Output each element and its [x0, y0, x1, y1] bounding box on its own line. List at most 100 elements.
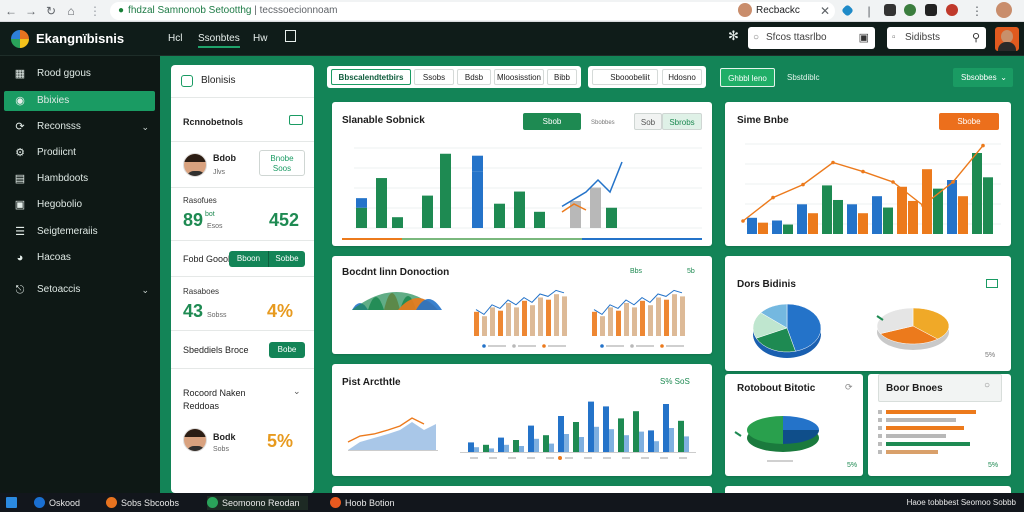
tab-item[interactable]: Bdsb	[457, 69, 491, 85]
section-line: Reddoas	[183, 401, 220, 411]
toggle-button-left[interactable]: Bboon	[229, 251, 268, 267]
primary-button[interactable]: Ghbbl leno	[720, 68, 775, 87]
user-action-button[interactable]: Bnobe Soos	[259, 150, 305, 176]
sidebar-item-bbixies[interactable]: ◉ Bbixies	[4, 91, 155, 111]
clipboard-icon[interactable]: ▣	[859, 27, 869, 49]
bar	[958, 196, 968, 234]
tab-item[interactable]: Sbooobeliit	[592, 69, 658, 85]
chevron-down-icon[interactable]: ⌄	[293, 385, 301, 397]
legend-marker	[630, 344, 634, 348]
combo-chart	[741, 143, 1001, 234]
forward-icon[interactable]: →	[24, 3, 38, 19]
profile-avatar-icon[interactable]	[738, 3, 752, 17]
search-icon[interactable]: ⚲	[972, 27, 980, 49]
sidebar-item-hacoas[interactable]: ◕ Hacoas	[4, 248, 155, 268]
chart-card: Slanable Sobnick Sbob Sbobbes Sob Sbrobs	[332, 102, 712, 246]
bar	[632, 307, 637, 336]
dropdown-select[interactable]: Sbsobbes ⌄	[953, 68, 1013, 87]
user-avatar[interactable]	[995, 27, 1019, 51]
link-text[interactable]: Sbstdiblc	[787, 73, 819, 83]
profile-avatar-icon[interactable]	[996, 2, 1012, 18]
card-button[interactable]: Sbob	[523, 113, 581, 130]
data-point	[771, 195, 775, 200]
bar	[633, 411, 639, 452]
card-menu-icon[interactable]	[986, 279, 998, 288]
chart-card: Boor Bnoes ○ 5%	[868, 374, 1011, 476]
close-icon[interactable]: ✕	[818, 3, 832, 19]
toggle-option[interactable]: Sbrobs	[662, 113, 702, 130]
bar	[506, 303, 511, 336]
inbox-icon[interactable]	[289, 115, 303, 125]
sidebar-item-prodiicnt[interactable]: ⚙ Prodiicnt	[4, 143, 155, 163]
dashboard-icon: ◉	[15, 95, 25, 107]
document-icon: ▤	[14, 173, 26, 185]
extension-icon[interactable]	[884, 4, 896, 16]
sidebar-item-hambdoots[interactable]: ▤ Hambdoots	[4, 169, 155, 189]
extension-icon[interactable]	[925, 4, 937, 16]
taskbar-item[interactable]: Sobs Sbcoobs	[106, 496, 179, 510]
profile-name[interactable]: Recbackc	[756, 3, 800, 19]
tab-item[interactable]: Bbscalendtetbirs	[331, 69, 411, 85]
window-icon[interactable]	[285, 30, 296, 42]
tick-label	[470, 457, 478, 459]
folder-icon: ▣	[14, 199, 26, 211]
settings-icon[interactable]: ✻	[728, 29, 739, 43]
system-tray-text: Haoe tobbbest Seomoo Sobbb	[906, 498, 1016, 507]
tab-item[interactable]: Hdosno	[662, 69, 702, 85]
sidebar-item-rood-ggous[interactable]: ▦ Rood ggous	[4, 64, 155, 84]
avatar[interactable]	[183, 153, 207, 177]
address-bar[interactable]: ● fhdzal Samnonob Setootthg | tecssoecion…	[110, 2, 835, 20]
avatar[interactable]	[183, 428, 207, 452]
row-marker	[878, 442, 882, 446]
tab-item[interactable]: Mloosisstion	[494, 69, 544, 85]
extension-icon[interactable]	[841, 4, 854, 17]
toggle-option[interactable]: Sob	[634, 113, 662, 130]
chart-card: Sime Bnbe Sbobe	[725, 102, 1011, 246]
bar	[684, 436, 689, 452]
extension-icon[interactable]	[946, 4, 958, 16]
toggle-button-right[interactable]: Sobbe	[268, 251, 305, 267]
extension-icon[interactable]	[904, 4, 916, 16]
topnav-item[interactable]: Ssonbtes	[198, 32, 240, 48]
tab-item[interactable]: Bibb	[547, 69, 577, 85]
bar	[886, 426, 964, 430]
bar	[538, 297, 543, 336]
tick-label	[603, 457, 611, 459]
bar	[534, 211, 545, 228]
logo-icon	[11, 30, 29, 48]
refresh-icon[interactable]: ⟳	[845, 383, 853, 392]
topnav-item[interactable]: Hcl	[168, 32, 182, 46]
bar	[528, 425, 534, 452]
data-point	[891, 180, 895, 184]
bar	[564, 434, 569, 452]
row-marker	[878, 418, 882, 422]
start-icon[interactable]	[6, 496, 21, 510]
back-icon[interactable]: ←	[4, 3, 18, 19]
apps-icon[interactable]: ⋮	[88, 3, 102, 19]
taskbar-item[interactable]: Hoob Botion	[330, 496, 395, 510]
bar	[872, 196, 882, 234]
tick-label	[546, 457, 554, 459]
taskbar-item[interactable]: Seomoono Reodan	[207, 496, 308, 510]
sidebar-item-label: Hambdoots	[37, 173, 89, 184]
search-input[interactable]: ○ Sfcos ttasrlbo ▣	[748, 27, 875, 49]
axis-accent	[582, 238, 702, 240]
user-sub: Jlvs	[213, 169, 226, 176]
menu-icon[interactable]: ⋮	[970, 3, 984, 19]
topnav-item[interactable]: Hw	[253, 32, 267, 46]
tab-item[interactable]: Ssobs	[414, 69, 454, 85]
filter-input[interactable]: ▫ Sidibsts ⚲	[887, 27, 986, 49]
card-button[interactable]: Sbobe	[939, 113, 999, 130]
sidebar-item-seigtemeraiis[interactable]: ☰ Seigtemeraiis	[4, 222, 155, 242]
sidebar-item-setoaccis[interactable]: ⎋ Setoaccis ⌄	[4, 280, 155, 300]
refresh-icon[interactable]: ○	[984, 381, 990, 391]
taskbar-item[interactable]: Oskood	[34, 496, 80, 510]
stat-row: Rasaboes 43 Sobss 4%	[171, 277, 314, 331]
bar	[616, 310, 621, 336]
home-icon[interactable]: ⌂	[64, 3, 78, 19]
reload-icon[interactable]: ↻	[44, 3, 58, 19]
row-action-button[interactable]: Bobe	[269, 342, 305, 358]
sidebar-item-hegobolio[interactable]: ▣ Hegobolio	[4, 195, 155, 215]
sidebar-item-reconsss[interactable]: ⟳ Reconsss ⌄	[4, 117, 155, 137]
link-text[interactable]: Sbobbes	[591, 119, 615, 127]
